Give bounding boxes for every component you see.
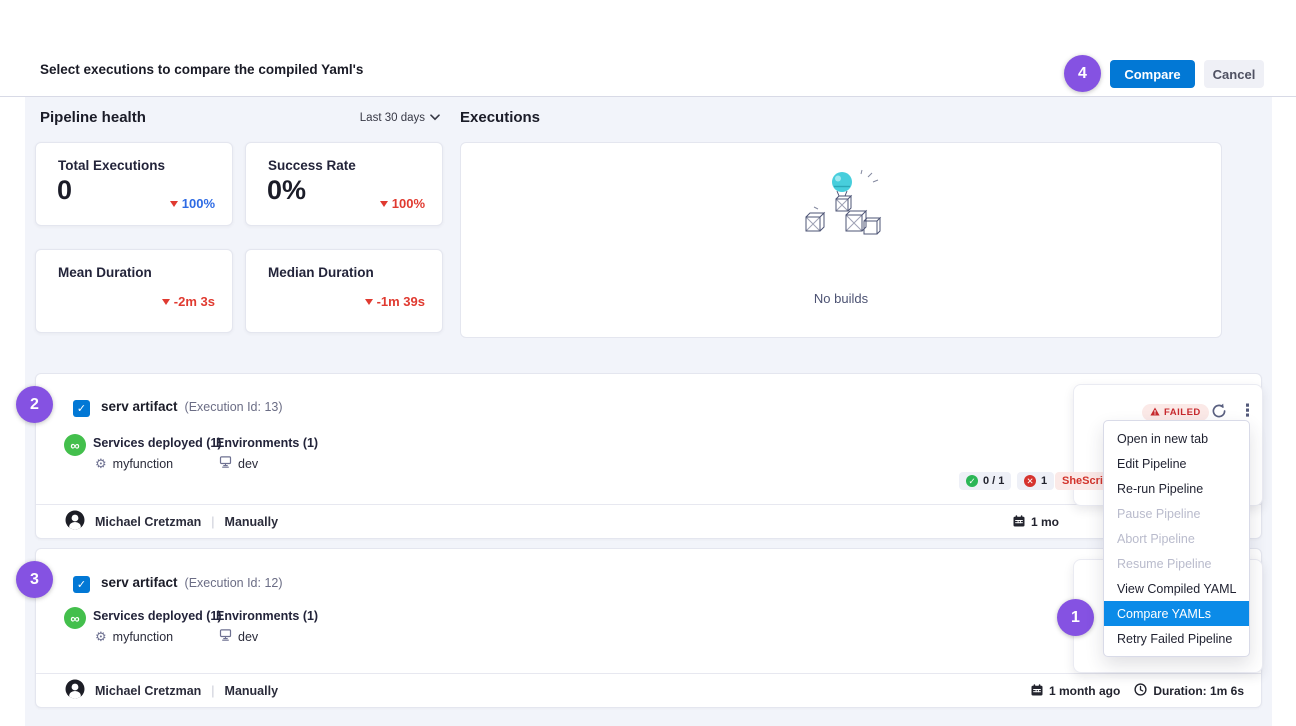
failed-count-chip: ✕ 1 xyxy=(1017,472,1054,490)
triggered-by: Michael Cretzman xyxy=(95,684,201,698)
service-item: ⚙ myfunction xyxy=(95,456,173,472)
calendar-icon xyxy=(1013,515,1025,530)
time-range-select[interactable]: Last 30 days xyxy=(340,112,440,124)
warning-triangle-icon xyxy=(1150,407,1160,419)
menu-item-abort-pipeline: Abort Pipeline xyxy=(1104,526,1249,551)
services-deployed-label: Services deployed (1) xyxy=(93,609,222,623)
chevron-down-icon xyxy=(430,112,440,124)
rerun-icon[interactable] xyxy=(1210,402,1228,420)
menu-item-pause-pipeline: Pause Pipeline xyxy=(1104,501,1249,526)
no-builds-illustration-icon xyxy=(798,169,886,246)
page-title: Select executions to compare the compile… xyxy=(40,62,363,77)
success-count-chip: ✓ 0 / 1 xyxy=(959,472,1011,490)
menu-item-retry-failed-pipeline[interactable]: Retry Failed Pipeline xyxy=(1104,626,1249,651)
gear-icon: ⚙ xyxy=(95,456,107,472)
menu-item-resume-pipeline: Resume Pipeline xyxy=(1104,551,1249,576)
environments-label: Environments (1) xyxy=(216,609,318,623)
execution-id: (Execution Id: 13) xyxy=(185,400,283,414)
annotation-step-4: 4 xyxy=(1064,55,1101,92)
metric-label: Mean Duration xyxy=(58,265,152,280)
environments-label: Environments (1) xyxy=(216,436,318,450)
pipeline-health-title: Pipeline health xyxy=(40,109,146,126)
environment-item: dev xyxy=(219,629,258,644)
calendar-icon xyxy=(1031,684,1043,699)
metric-card-median-duration: Median Duration -1m 39s xyxy=(245,249,443,333)
execution-card-13: ✓ serv artifact (Execution Id: 13) ∞ Ser… xyxy=(35,373,1262,539)
status-badge: FAILED xyxy=(1142,404,1209,421)
footer-separator: | xyxy=(211,515,214,529)
execution-checkbox[interactable]: ✓ xyxy=(73,576,90,593)
execution-checkbox[interactable]: ✓ xyxy=(73,400,90,417)
metric-delta: 100% xyxy=(380,196,425,211)
metric-delta: -2m 3s xyxy=(162,294,215,309)
trigger-type: Manually xyxy=(225,515,279,529)
clock-icon xyxy=(1134,683,1147,699)
compare-executions-page: Select executions to compare the compile… xyxy=(0,0,1296,726)
metric-label: Median Duration xyxy=(268,265,374,280)
menu-item-view-compiled-yaml[interactable]: View Compiled YAML xyxy=(1104,576,1249,601)
metric-value: 0 xyxy=(57,175,72,206)
environment-icon xyxy=(219,629,232,644)
trend-down-icon xyxy=(365,299,373,305)
trend-down-icon xyxy=(380,201,388,207)
service-item: ⚙ myfunction xyxy=(95,629,173,645)
metric-card-mean-duration: Mean Duration -2m 3s xyxy=(35,249,233,333)
time-ago: 1 mo xyxy=(1031,515,1059,529)
environment-item: dev xyxy=(219,456,258,471)
menu-item-compare-yamls[interactable]: Compare YAMLs xyxy=(1104,601,1249,626)
menu-item-rerun-pipeline[interactable]: Re-run Pipeline xyxy=(1104,476,1249,501)
execution-name[interactable]: serv artifact xyxy=(101,575,178,590)
no-builds-text: No builds xyxy=(461,291,1221,306)
annotation-step-3: 3 xyxy=(16,561,53,598)
metric-delta: 100% xyxy=(170,196,215,211)
duration: Duration: 1m 6s xyxy=(1153,684,1244,698)
menu-item-open-in-new-tab[interactable]: Open in new tab xyxy=(1104,426,1249,451)
cd-module-icon: ∞ xyxy=(64,434,86,456)
executions-title: Executions xyxy=(460,109,540,126)
execution-footer: Michael Cretzman | Manually 1 mo xyxy=(36,504,1261,538)
menu-item-edit-pipeline[interactable]: Edit Pipeline xyxy=(1104,451,1249,476)
avatar xyxy=(65,679,85,702)
footer-separator: | xyxy=(211,684,214,698)
execution-id: (Execution Id: 12) xyxy=(185,576,283,590)
metric-card-total-executions: Total Executions 0 100% xyxy=(35,142,233,226)
avatar xyxy=(65,510,85,533)
metric-delta: -1m 39s xyxy=(365,294,425,309)
time-ago: 1 month ago xyxy=(1049,684,1120,698)
cancel-button[interactable]: Cancel xyxy=(1204,60,1264,88)
trend-down-icon xyxy=(170,201,178,207)
pipeline-context-menu: Open in new tab Edit Pipeline Re-run Pip… xyxy=(1103,420,1250,657)
metric-label: Total Executions xyxy=(58,158,165,173)
triggered-by: Michael Cretzman xyxy=(95,515,201,529)
executions-empty-panel: No builds xyxy=(460,142,1222,338)
trigger-type: Manually xyxy=(225,684,279,698)
metric-label: Success Rate xyxy=(268,158,356,173)
environment-icon xyxy=(219,456,232,471)
trend-down-icon xyxy=(162,299,170,305)
metric-value: 0% xyxy=(267,175,306,206)
services-deployed-label: Services deployed (1) xyxy=(93,436,222,450)
annotation-step-2: 2 xyxy=(16,386,53,423)
gear-icon: ⚙ xyxy=(95,629,107,645)
failed-x-icon: ✕ xyxy=(1024,475,1036,487)
execution-name[interactable]: serv artifact xyxy=(101,399,178,414)
annotation-step-1: 1 xyxy=(1057,599,1094,636)
execution-footer: Michael Cretzman | Manually 1 month ago … xyxy=(36,673,1261,707)
cd-module-icon: ∞ xyxy=(64,607,86,629)
success-check-icon: ✓ xyxy=(966,475,978,487)
metric-card-success-rate: Success Rate 0% 100% xyxy=(245,142,443,226)
compare-button[interactable]: Compare xyxy=(1110,60,1195,88)
time-range-label: Last 30 days xyxy=(360,112,425,124)
